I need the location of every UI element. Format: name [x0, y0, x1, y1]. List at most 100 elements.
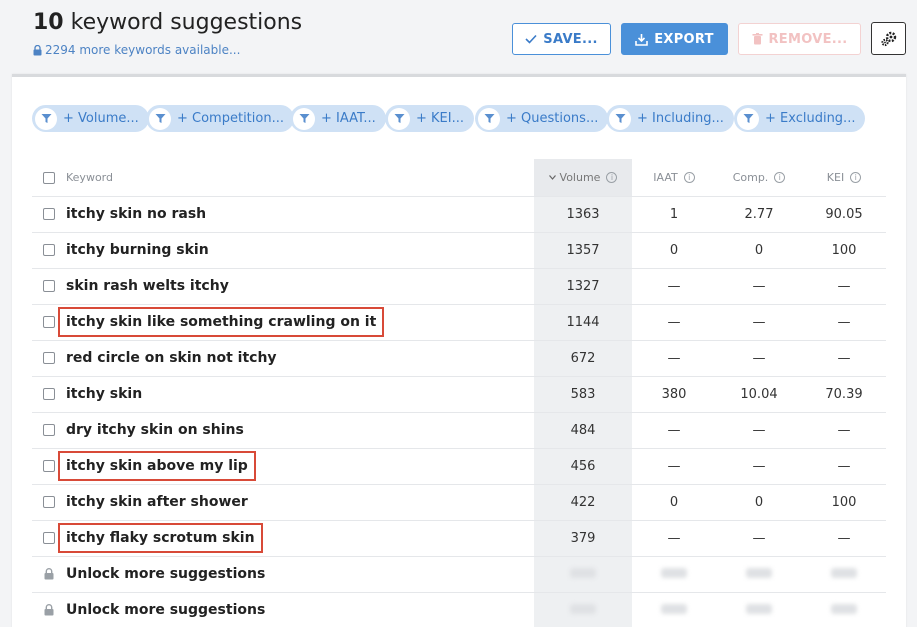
volume-cell: 379 — [534, 520, 632, 557]
remove-button[interactable]: REMOVE... — [738, 23, 861, 55]
kei-cell: — — [802, 304, 886, 341]
table-row[interactable]: dry itchy skin on shins 484 — — — — [32, 412, 886, 449]
table-row[interactable]: itchy flaky scrotum skin 379 — — — — [32, 520, 886, 557]
trash-icon — [752, 33, 762, 45]
kei-cell: — — [802, 412, 886, 449]
row-checkbox[interactable] — [43, 496, 55, 508]
keyword-cell[interactable]: dry itchy skin on shins — [62, 412, 534, 449]
info-icon[interactable]: i — [683, 172, 695, 184]
table-header-row: Keyword Volume i IAAT i Comp. i KEI i — [32, 159, 886, 197]
kei-cell: 100 — [802, 484, 886, 521]
comp-cell: — — [716, 304, 802, 341]
table-row[interactable]: itchy skin no rash 1363 1 2.77 90.05 — [32, 196, 886, 233]
volume-cell: 422 — [534, 484, 632, 521]
row-checkbox-cell — [32, 196, 62, 233]
header: 10 keyword suggestions 2294 more keyword… — [0, 0, 917, 74]
row-checkbox-cell — [32, 484, 62, 521]
unlock-suggestions-link[interactable]: Unlock more suggestions — [62, 556, 534, 593]
filter-excluding[interactable]: + Excluding... — [734, 105, 866, 132]
table-row[interactable]: itchy skin above my lip 456 — — — — [32, 448, 886, 485]
iaat-column-header[interactable]: IAAT i — [632, 159, 716, 197]
keyword-cell[interactable]: itchy skin — [62, 376, 534, 413]
info-icon[interactable]: i — [774, 172, 786, 184]
iaat-cell: — — [632, 340, 716, 377]
table-row[interactable]: itchy skin after shower 422 0 0 100 — [32, 484, 886, 521]
keyword-cell[interactable]: itchy flaky scrotum skin — [58, 520, 534, 557]
save-button[interactable]: SAVE... — [512, 23, 611, 55]
lock-cell — [32, 592, 62, 627]
filter-iaat[interactable]: + IAAT... — [290, 105, 386, 132]
download-icon — [635, 33, 649, 46]
keyword-cell[interactable]: red circle on skin not itchy — [62, 340, 534, 377]
row-checkbox[interactable] — [43, 352, 55, 364]
row-checkbox[interactable] — [43, 208, 55, 220]
row-checkbox[interactable] — [43, 424, 55, 436]
comp-column-header[interactable]: Comp. i — [716, 159, 802, 197]
table-row[interactable]: itchy skin 583 380 10.04 70.39 — [32, 376, 886, 413]
row-checkbox[interactable] — [43, 388, 55, 400]
kei-cell: 100 — [802, 232, 886, 269]
keyword-column-header[interactable]: Keyword — [62, 159, 534, 197]
kei-column-header[interactable]: KEI i — [802, 159, 886, 197]
volume-cell: 1144 — [534, 304, 632, 341]
blurred-cell — [716, 556, 802, 593]
row-checkbox[interactable] — [43, 316, 55, 328]
kei-cell: 90.05 — [802, 196, 886, 233]
select-all-checkbox[interactable] — [43, 171, 55, 184]
keyword-cell[interactable]: itchy skin above my lip — [58, 448, 534, 485]
keyword-cell[interactable]: itchy skin like something crawling on it — [58, 304, 534, 341]
settings-button[interactable] — [871, 22, 906, 55]
unlock-suggestions-link[interactable]: Unlock more suggestions — [62, 592, 534, 627]
iaat-cell: — — [632, 268, 716, 305]
comp-cell: 10.04 — [716, 376, 802, 413]
keyword-cell[interactable]: skin rash welts itchy — [62, 268, 534, 305]
filter-questions[interactable]: + Questions... — [475, 105, 609, 132]
volume-cell: 672 — [534, 340, 632, 377]
info-icon[interactable]: i — [850, 172, 862, 184]
more-keywords-link[interactable]: 2294 more keywords available... — [33, 43, 240, 57]
funnel-icon — [478, 107, 500, 130]
iaat-cell: — — [632, 448, 716, 485]
blurred-cell — [534, 592, 632, 627]
export-button[interactable]: EXPORT — [621, 23, 728, 55]
funnel-icon — [737, 107, 759, 130]
row-checkbox[interactable] — [43, 280, 55, 292]
volume-cell: 1357 — [534, 232, 632, 269]
row-checkbox[interactable] — [43, 460, 55, 472]
filter-volume[interactable]: + Volume... — [32, 105, 149, 132]
info-icon[interactable]: i — [606, 172, 618, 184]
select-all-cell — [32, 159, 62, 197]
volume-column-header[interactable]: Volume i — [534, 159, 632, 197]
row-checkbox[interactable] — [43, 244, 55, 256]
table-row[interactable]: itchy skin like something crawling on it… — [32, 304, 886, 341]
row-checkbox[interactable] — [43, 532, 55, 544]
row-checkbox-cell — [32, 340, 62, 377]
highlight-box: itchy skin like something crawling on it — [58, 307, 385, 337]
keyword-cell[interactable]: itchy skin after shower — [62, 484, 534, 521]
iaat-cell: — — [632, 412, 716, 449]
iaat-cell: 1 — [632, 196, 716, 233]
check-icon — [525, 34, 537, 44]
keyword-cell[interactable]: itchy burning skin — [62, 232, 534, 269]
table-row[interactable]: skin rash welts itchy 1327 — — — — [32, 268, 886, 305]
filter-kei[interactable]: + KEI... — [385, 105, 474, 132]
locked-row[interactable]: Unlock more suggestions — [32, 556, 886, 593]
funnel-icon — [293, 107, 315, 130]
iaat-cell: — — [632, 304, 716, 341]
comp-cell: — — [716, 340, 802, 377]
blurred-cell — [632, 556, 716, 593]
table-row[interactable]: itchy burning skin 1357 0 0 100 — [32, 232, 886, 269]
blurred-cell — [802, 592, 886, 627]
blurred-cell — [534, 556, 632, 593]
table-row[interactable]: red circle on skin not itchy 672 — — — — [32, 340, 886, 377]
filter-including[interactable]: + Including... — [606, 105, 734, 132]
locked-row[interactable]: Unlock more suggestions — [32, 592, 886, 627]
keyword-cell[interactable]: itchy skin no rash — [62, 196, 534, 233]
comp-cell: 0 — [716, 232, 802, 269]
lock-icon — [33, 44, 42, 55]
filter-competition[interactable]: + Competition... — [146, 105, 294, 132]
lock-cell — [32, 556, 62, 593]
blurred-cell — [716, 592, 802, 627]
highlight-box: itchy skin above my lip — [58, 451, 256, 481]
page-title: 10 keyword suggestions — [33, 10, 303, 35]
